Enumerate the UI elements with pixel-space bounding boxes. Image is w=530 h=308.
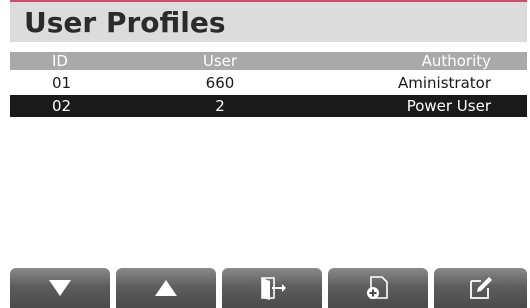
scroll-up-button[interactable]	[116, 268, 216, 308]
column-header-id: ID	[52, 52, 68, 70]
arrow-down-icon	[49, 280, 71, 296]
exit-button[interactable]	[222, 268, 322, 308]
scroll-down-button[interactable]	[10, 268, 110, 308]
toolbar	[10, 268, 527, 308]
row-id: 01	[52, 74, 72, 92]
row-authority: Power User	[406, 97, 491, 115]
row-authority: Aministrator	[398, 74, 491, 92]
column-header-authority: Authority	[421, 52, 491, 70]
title-bar: User Profiles	[10, 0, 527, 42]
column-header-user: User	[202, 52, 238, 70]
page-title: User Profiles	[24, 6, 226, 39]
row-user: 2	[215, 97, 225, 115]
edit-icon	[469, 277, 492, 299]
add-profile-button[interactable]	[328, 268, 428, 308]
table-row[interactable]: 01 660 Aministrator	[10, 72, 527, 94]
user-profiles-screen: User Profiles ID User Authority 01 660 A…	[10, 0, 527, 308]
edit-profile-button[interactable]	[434, 268, 527, 308]
add-document-icon	[367, 276, 388, 299]
exit-icon	[261, 277, 286, 300]
arrow-up-icon	[155, 280, 177, 296]
table-header: ID User Authority	[10, 52, 527, 70]
table-row-selected[interactable]: 02 2 Power User	[10, 95, 527, 117]
row-user: 660	[205, 74, 235, 92]
row-id: 02	[52, 97, 72, 115]
